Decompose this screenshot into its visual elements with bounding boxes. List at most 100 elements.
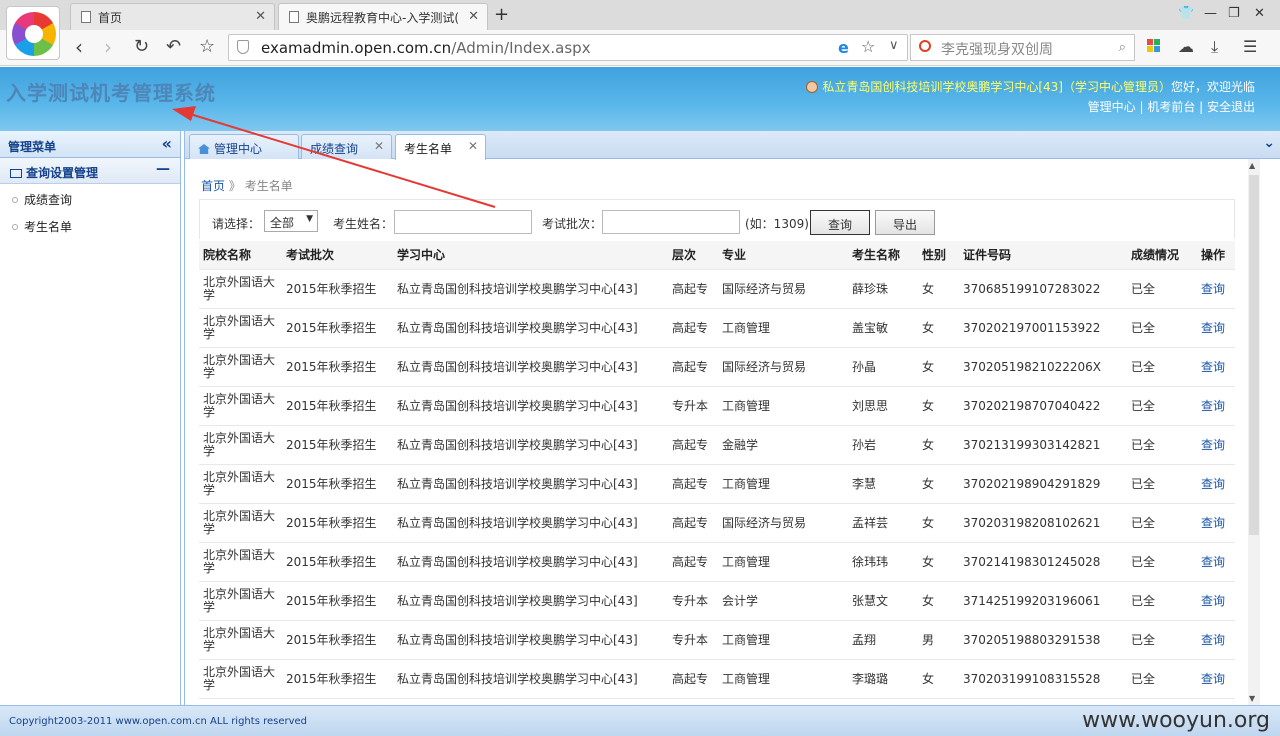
scope-select[interactable]: 全部 ▼: [264, 210, 318, 232]
cell-action[interactable]: 查询: [1197, 269, 1235, 309]
cell-action[interactable]: 查询: [1197, 425, 1235, 465]
bookmark-star-icon[interactable]: ☆: [861, 37, 875, 56]
cell-action[interactable]: 查询: [1197, 659, 1235, 699]
search-icon[interactable]: ⌕: [1119, 40, 1126, 55]
browser-logo[interactable]: [6, 6, 60, 60]
copyright: Copyright2003-2011 www.open.com.cn ALL r…: [9, 716, 308, 727]
cell-level: 专升本: [668, 581, 718, 621]
maximize-icon[interactable]: ❐: [1228, 6, 1240, 21]
student-name-input[interactable]: [394, 210, 532, 234]
browser-tab-home[interactable]: 首页 ✕: [70, 3, 275, 30]
collapse-icon[interactable]: «: [162, 134, 172, 153]
sidebar-item-score-query[interactable]: 成绩查询: [0, 184, 180, 211]
export-button[interactable]: 导出: [875, 210, 935, 235]
breadcrumb-current: 考生名单: [244, 179, 293, 193]
tab-student-list[interactable]: 考生名单 ✕: [395, 134, 486, 160]
minus-icon[interactable]: —: [156, 161, 170, 177]
undo-icon[interactable]: ↶: [166, 36, 181, 58]
cell-major: 工商管理: [718, 386, 848, 426]
cell-action[interactable]: 查询: [1197, 542, 1235, 582]
cell-score-status: 已全: [1127, 464, 1197, 504]
cell-id-number: 370203198208102621: [959, 503, 1127, 543]
user-icon: [806, 81, 819, 93]
vertical-scrollbar[interactable]: ▲ ▼: [1248, 159, 1260, 705]
cell-center: 私立青岛国创科技培训学校奥鹏学习中心[43]: [393, 347, 668, 387]
scrollbar-thumb[interactable]: [1249, 175, 1259, 535]
cell-action[interactable]: 查询: [1197, 620, 1235, 660]
cell-gender: 女: [918, 269, 959, 309]
cell-action[interactable]: 查询: [1197, 581, 1235, 621]
close-tab-icon[interactable]: ✕: [255, 9, 266, 24]
reload-icon[interactable]: ↻: [134, 36, 149, 58]
system-title: 入学测试机考管理系统: [6, 81, 216, 105]
minimize-icon[interactable]: —: [1204, 6, 1217, 21]
cell-action[interactable]: 查询: [1197, 386, 1235, 426]
tab-score-query[interactable]: 成绩查询 ✕: [301, 134, 392, 159]
cell-name: 张慧文: [848, 581, 918, 621]
table-row: 北京外国语大学 2015年秋季招生 私立青岛国创科技培训学校奥鹏学习中心[43] 高起…: [199, 347, 1235, 387]
menu-icon[interactable]: ☰: [1243, 37, 1257, 56]
apps-grid-icon[interactable]: [1147, 39, 1161, 53]
expand-tabs-icon[interactable]: ⌄: [1263, 135, 1275, 151]
scroll-up-icon[interactable]: ▲: [1249, 161, 1255, 170]
forward-icon[interactable]: ›: [104, 36, 112, 58]
cell-score-status: 已全: [1127, 542, 1197, 582]
url-host: examadmin.open.com.cn: [261, 39, 452, 57]
cell-major: 工商管理: [718, 659, 848, 699]
close-window-icon[interactable]: ✕: [1254, 6, 1265, 21]
browser-tab-exam[interactable]: 奥鹏远程教育中心-入学测试( ✕: [278, 3, 488, 30]
cell-score-status: 已全: [1127, 659, 1197, 699]
close-tab-icon[interactable]: ✕: [468, 9, 479, 24]
ie-mode-icon[interactable]: e: [838, 38, 849, 57]
close-icon[interactable]: ✕: [374, 139, 384, 153]
exam-batch-input[interactable]: [602, 210, 740, 234]
cell-id-number: 371425199203196061: [959, 581, 1127, 621]
shirt-icon[interactable]: 👕: [1178, 6, 1194, 21]
cell-level: 高起专: [668, 425, 718, 465]
cloud-icon[interactable]: ☁: [1178, 37, 1194, 56]
query-panel: 请选择： 全部 ▼ 考生姓名： 考试批次： (如：1309) 查询 导出: [199, 199, 1235, 239]
scroll-down-icon[interactable]: ▼: [1249, 694, 1255, 703]
cell-batch: 2015年秋季招生: [282, 503, 393, 543]
col-center: 学习中心: [393, 241, 668, 270]
chevron-down-icon[interactable]: ∨: [889, 38, 899, 53]
sidebar-item-label: 成绩查询: [24, 193, 73, 207]
main-content: 管理中心 成绩查询 ✕ 考生名单 ✕ ⌄ 首页 》 考生名单 请选择： 全部 ▼ 考生…: [184, 131, 1280, 705]
cell-batch: 2015年秋季招生: [282, 542, 393, 582]
cell-id-number: 370214198301245028: [959, 542, 1127, 582]
tab-admin-center[interactable]: 管理中心: [189, 134, 299, 159]
tab-label: 管理中心: [214, 142, 263, 156]
sidebar-item-student-list[interactable]: 考生名单: [0, 211, 180, 238]
back-icon[interactable]: ‹: [75, 36, 83, 58]
url-field[interactable]: examadmin.open.com.cn/Admin/Index.aspx e…: [228, 34, 908, 61]
cell-batch: 2015年秋季招生: [282, 581, 393, 621]
download-icon[interactable]: ⤓: [1211, 37, 1218, 57]
favorite-star-icon[interactable]: ☆: [199, 36, 215, 58]
batch-label: 考试批次：: [542, 217, 603, 231]
new-tab-icon[interactable]: +: [494, 4, 509, 25]
sidebar-group[interactable]: 查询设置管理 —: [0, 158, 180, 184]
cell-center: 私立青岛国创科技培训学校奥鹏学习中心[43]: [393, 386, 668, 426]
cell-school: 北京外国语大学: [199, 425, 282, 465]
table-row: 北京外国语大学 2015年秋季招生 私立青岛国创科技培训学校奥鹏学习中心[43] 高起…: [199, 503, 1235, 543]
table-row: 北京外国语大学 2015年秋季招生 私立青岛国创科技培训学校奥鹏学习中心[43] 专升…: [199, 386, 1235, 426]
close-icon[interactable]: ✕: [468, 139, 478, 153]
cell-action[interactable]: 查询: [1197, 503, 1235, 543]
cell-level: 高起专: [668, 347, 718, 387]
cell-center: 私立青岛国创科技培训学校奥鹏学习中心[43]: [393, 659, 668, 699]
header-links[interactable]: 管理中心 | 机考前台 | 安全退出: [1088, 98, 1255, 115]
cell-level: 高起专: [668, 542, 718, 582]
table-header-row: 院校名称 考试批次 学习中心 层次 专业 考生名称 性别 证件号码 成绩情况 操…: [199, 241, 1235, 270]
breadcrumb-home[interactable]: 首页: [201, 179, 225, 193]
cell-action[interactable]: 查询: [1197, 464, 1235, 504]
cell-gender: 女: [918, 347, 959, 387]
col-level: 层次: [668, 241, 718, 270]
table-row: 北京外国语大学 2015年秋季招生 私立青岛国创科技培训学校奥鹏学习中心[43] 高起…: [199, 542, 1235, 582]
cell-action[interactable]: 查询: [1197, 308, 1235, 348]
cell-action[interactable]: 查询: [1197, 347, 1235, 387]
greeting: 您好，欢迎光临: [1170, 80, 1255, 94]
search-button[interactable]: 查询: [810, 210, 870, 235]
browser-tab-title: 首页: [98, 10, 123, 25]
cell-name: 孙岩: [848, 425, 918, 465]
search-box[interactable]: 李克强现身双创周 ⌕: [910, 34, 1135, 61]
